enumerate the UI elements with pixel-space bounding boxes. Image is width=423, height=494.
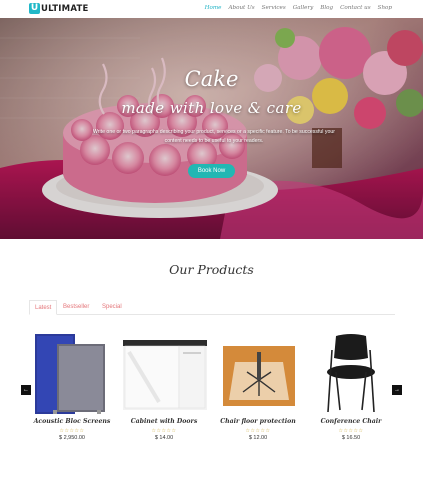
star-rating-icon: ☆☆☆☆☆ xyxy=(338,428,364,434)
product-price: $ 16.50 xyxy=(341,435,361,441)
nav-gallery[interactable]: Gallery xyxy=(293,5,314,11)
nav-contact-us[interactable]: Contact us xyxy=(340,5,370,11)
star-rating-icon: ☆☆☆☆☆ xyxy=(59,428,85,434)
product-price: $ 12.00 xyxy=(248,435,268,441)
product-name[interactable]: Conference Chair xyxy=(306,418,396,425)
nav-about-us[interactable]: About Us xyxy=(228,5,254,11)
star-rating-icon: ☆☆☆☆☆ xyxy=(151,428,177,434)
tab-bestseller[interactable]: Bestseller xyxy=(58,300,94,315)
hero-banner: Cake made with love & care Write one or … xyxy=(0,18,423,239)
nav-services[interactable]: Services xyxy=(262,5,286,11)
chair-image[interactable] xyxy=(306,332,396,414)
products-title: Our Products xyxy=(169,262,254,277)
tab-special[interactable]: Special xyxy=(97,300,127,315)
nav-blog[interactable]: Blog xyxy=(320,5,333,11)
hero-description: Write one or two paragraphs describing y… xyxy=(92,129,335,144)
cabinet-image[interactable] xyxy=(119,332,209,414)
hero-subtitle: made with love & care xyxy=(121,99,302,117)
logo-icon: U xyxy=(29,3,40,14)
logo-text: ULTIMATE xyxy=(41,3,89,14)
product-price: $ 14.00 xyxy=(154,435,174,441)
floor-mat-image[interactable] xyxy=(213,332,303,414)
book-now-button[interactable]: Book Now xyxy=(188,164,235,178)
product-price: $ 2,950.00 xyxy=(59,435,85,441)
tab-latest[interactable]: Latest xyxy=(29,300,58,315)
product-name[interactable]: Acoustic Bloc Screens xyxy=(27,418,117,425)
star-rating-icon: ☆☆☆☆☆ xyxy=(245,428,271,434)
hero-title: Cake xyxy=(184,67,239,91)
main-nav: Home About Us Services Gallery Blog Cont… xyxy=(205,5,392,11)
product-name[interactable]: Chair floor protection xyxy=(213,418,303,425)
nav-home[interactable]: Home xyxy=(205,5,222,11)
product-tabs: Latest Bestseller Special xyxy=(29,300,395,315)
site-header: U ULTIMATE Home About Us Services Galler… xyxy=(0,0,423,18)
nav-shop[interactable]: Shop xyxy=(378,5,392,11)
product-name[interactable]: Cabinet with Doors xyxy=(119,418,209,425)
logo[interactable]: U ULTIMATE xyxy=(29,3,88,14)
screen-panels-image[interactable] xyxy=(27,332,117,414)
